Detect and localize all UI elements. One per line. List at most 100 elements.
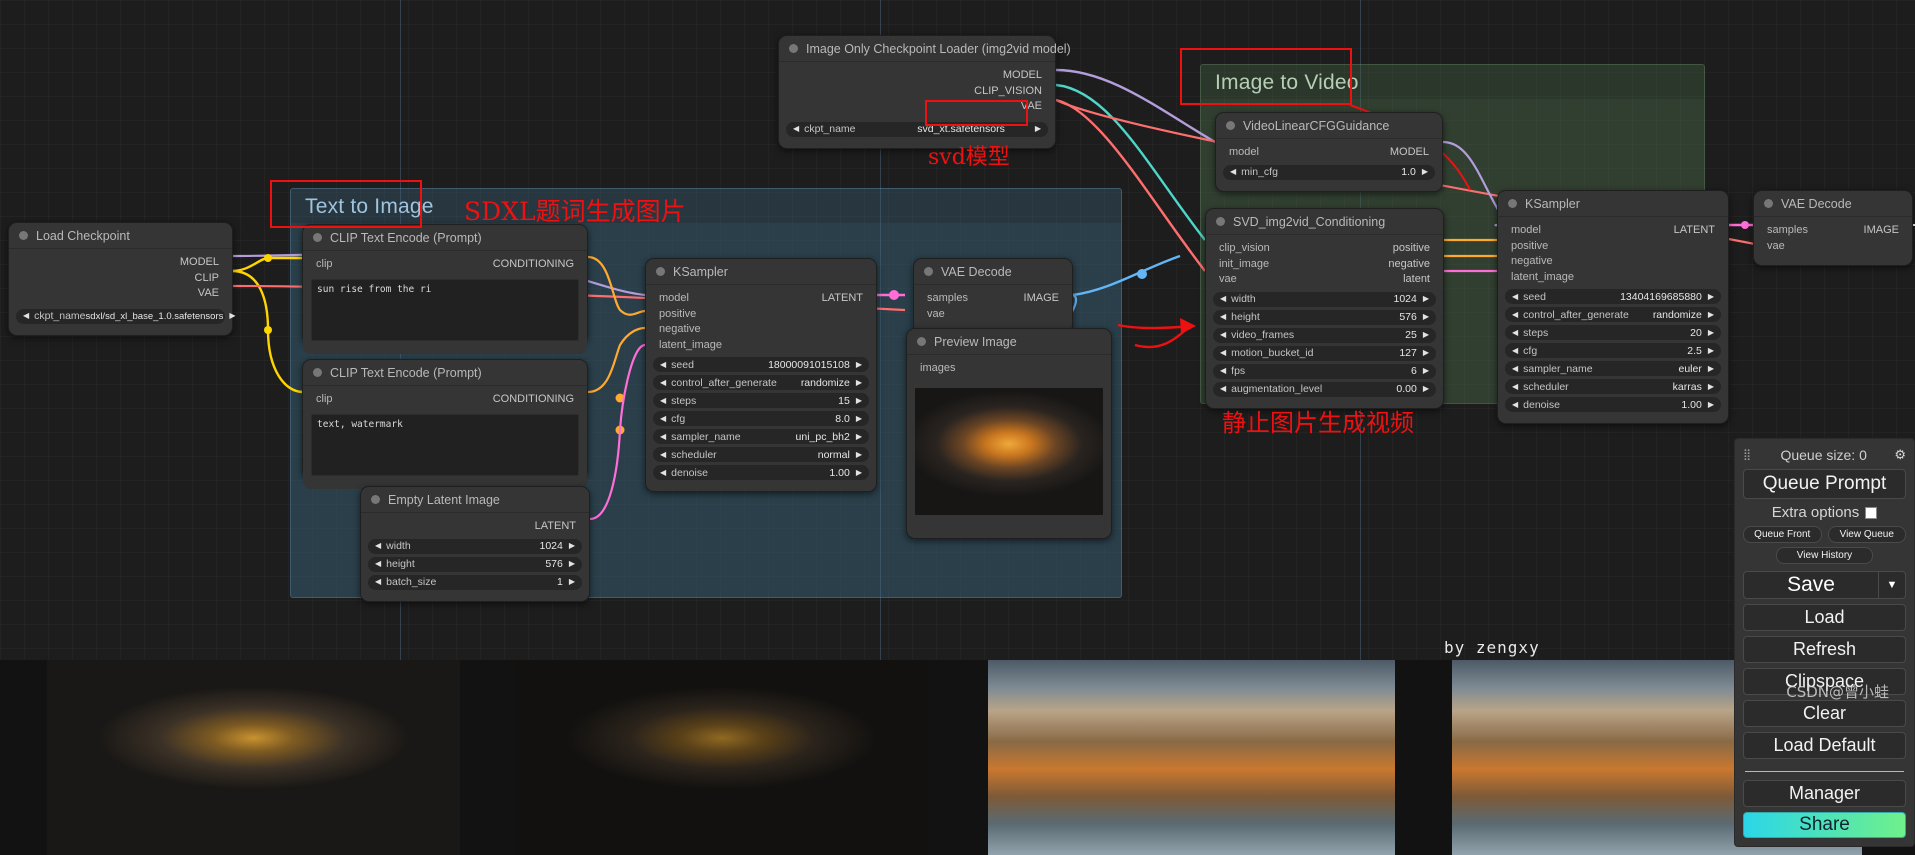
collapse-dot-icon[interactable] [917,337,926,346]
chevron-left-icon[interactable]: ◀ [1512,310,1518,319]
chevron-right-icon[interactable]: ▶ [1423,295,1429,303]
chevron-right-icon[interactable]: ▶ [1422,168,1428,176]
clear-button[interactable]: Clear [1743,700,1906,727]
chevron-left-icon[interactable]: ◀ [1220,367,1226,375]
widget-width[interactable]: ◀ width 1024 ▶ [1213,291,1436,307]
widget-batch-size[interactable]: ◀ batch_size 1 ▶ [368,574,582,590]
node-clip-text-encode-negative[interactable]: CLIP Text Encode (Prompt) clip CONDITION… [302,359,588,489]
output-port-latent[interactable]: LATENT [822,292,863,304]
node-empty-latent-image[interactable]: Empty Latent Image LATENT ◀ width 1024 ▶… [360,486,590,602]
chevron-left-icon[interactable]: ◀ [1220,385,1226,393]
drag-handle-icon[interactable]: ⣿ [1743,449,1753,460]
chevron-right-icon[interactable]: ▶ [856,450,862,459]
node-svd-img2vid-conditioning[interactable]: SVD_img2vid_Conditioning clip_vision pos… [1205,208,1444,409]
chevron-right-icon[interactable]: ▶ [856,414,862,423]
chevron-right-icon[interactable]: ▶ [1423,367,1429,375]
collapse-dot-icon[interactable] [1226,121,1235,130]
chevron-left-icon[interactable]: ◀ [375,578,381,586]
output-port-clip-vision[interactable]: CLIP_VISION [974,85,1042,97]
node-load-checkpoint[interactable]: Load Checkpoint MODEL CLIP VAE ◀ ckpt_na… [8,222,236,336]
widget-steps[interactable]: ◀ steps 15 ▶ [653,393,869,408]
filmstrip-frame-3[interactable] [988,660,1395,855]
widget-sampler-name[interactable]: ◀ sampler_name uni_pc_bh2 ▶ [653,429,869,444]
chevron-right-icon[interactable]: ▶ [1423,331,1429,339]
input-port-latent-image[interactable]: latent_image [1511,271,1574,283]
preview-image-thumbnail[interactable] [915,387,1103,515]
manager-button[interactable]: Manager [1743,780,1906,807]
collapse-dot-icon[interactable] [656,267,665,276]
node-header[interactable]: VAE Decode [1754,191,1912,217]
input-port-clip[interactable]: clip [316,393,333,405]
workflow-canvas[interactable]: Text to Image Image to Video Load Checkp… [0,0,1915,660]
widget-steps[interactable]: ◀ steps 20 ▶ [1505,325,1721,340]
chevron-left-icon[interactable]: ◀ [1512,346,1518,355]
output-port-model[interactable]: MODEL [1390,146,1429,158]
output-port-clip[interactable]: CLIP [195,272,219,284]
node-header[interactable]: Image Only Checkpoint Loader (img2vid mo… [779,36,1071,62]
chevron-right-icon[interactable]: ▶ [1035,125,1041,133]
node-video-linear-cfg-guidance[interactable]: VideoLinearCFGGuidance model MODEL ◀ min… [1215,112,1443,192]
chevron-right-icon[interactable]: ▶ [569,542,575,550]
widget-cfg[interactable]: ◀ cfg 8.0 ▶ [653,411,869,426]
chevron-right-icon[interactable]: ▶ [856,432,862,441]
input-port-images[interactable]: images [920,362,955,374]
node-header[interactable]: VideoLinearCFGGuidance [1216,113,1442,139]
node-header[interactable]: KSampler [646,259,876,285]
chevron-left-icon[interactable]: ◀ [660,378,666,387]
node-clip-text-encode-positive[interactable]: CLIP Text Encode (Prompt) clip CONDITION… [302,224,588,354]
widget-denoise[interactable]: ◀ denoise 1.00 ▶ [1505,397,1721,412]
widget-cfg[interactable]: ◀ cfg 2.5 ▶ [1505,343,1721,358]
chevron-left-icon[interactable]: ◀ [375,560,381,568]
widget-seed[interactable]: ◀ seed 18000091015108 ▶ [653,357,869,372]
output-port-conditioning[interactable]: CONDITIONING [493,258,574,270]
input-port-samples[interactable]: samples [927,292,968,304]
node-ksampler-2[interactable]: KSampler model LATENT positive negative … [1497,190,1729,424]
widget-denoise[interactable]: ◀ denoise 1.00 ▶ [653,465,869,480]
node-header[interactable]: Load Checkpoint [9,223,232,249]
node-ksampler-1[interactable]: KSampler model LATENT positive negative … [645,258,877,492]
node-header[interactable]: CLIP Text Encode (Prompt) [303,360,587,386]
widget-width[interactable]: ◀ width 1024 ▶ [368,538,582,554]
chevron-left-icon[interactable]: ◀ [1220,331,1226,339]
input-port-samples[interactable]: samples [1767,224,1808,236]
input-port-positive[interactable]: positive [1511,240,1548,252]
chevron-left-icon[interactable]: ◀ [660,432,666,441]
widget-scheduler[interactable]: ◀ scheduler normal ▶ [653,447,869,462]
collapse-dot-icon[interactable] [1216,217,1225,226]
output-port-negative[interactable]: negative [1388,258,1430,270]
input-port-clip-vision[interactable]: clip_vision [1219,242,1270,254]
input-port-model[interactable]: model [659,292,689,304]
chevron-left-icon[interactable]: ◀ [1512,292,1518,301]
chevron-left-icon[interactable]: ◀ [1220,295,1226,303]
collapse-dot-icon[interactable] [789,44,798,53]
widget-augmentation-level[interactable]: ◀ augmentation_level 0.00 ▶ [1213,381,1436,397]
chevron-left-icon[interactable]: ◀ [660,414,666,423]
queue-prompt-button[interactable]: Queue Prompt [1743,469,1906,499]
chevron-right-icon[interactable]: ▶ [856,468,862,477]
node-preview-image[interactable]: Preview Image images [906,328,1112,539]
chevron-left-icon[interactable]: ◀ [793,125,799,133]
filmstrip-frame-1[interactable] [47,660,460,855]
widget-height[interactable]: ◀ height 576 ▶ [368,556,582,572]
collapse-dot-icon[interactable] [313,368,322,377]
extra-options-checkbox[interactable] [1865,506,1878,519]
chevron-left-icon[interactable]: ◀ [1220,349,1226,357]
collapse-dot-icon[interactable] [19,231,28,240]
widget-sampler-name[interactable]: ◀ sampler_name euler ▶ [1505,361,1721,376]
chevron-left-icon[interactable]: ◀ [660,468,666,477]
output-port-vae[interactable]: VAE [198,287,219,299]
node-header[interactable]: Empty Latent Image [361,487,589,513]
widget-fps[interactable]: ◀ fps 6 ▶ [1213,363,1436,379]
widget-control-after-generate[interactable]: ◀ control_after_generate randomize ▶ [1505,307,1721,322]
output-port-vae[interactable]: VAE [1021,100,1042,112]
save-button-group[interactable]: Save ▼ [1743,571,1906,599]
chevron-right-icon[interactable]: ▶ [1423,313,1429,321]
load-default-button[interactable]: Load Default [1743,732,1906,759]
chevron-left-icon[interactable]: ◀ [1512,364,1518,373]
chevron-right-icon[interactable]: ▶ [856,396,862,405]
collapse-dot-icon[interactable] [313,233,322,242]
output-port-latent[interactable]: LATENT [1674,224,1715,236]
chevron-left-icon[interactable]: ◀ [660,396,666,405]
output-port-model[interactable]: MODEL [1003,69,1042,81]
chevron-left-icon[interactable]: ◀ [1220,313,1226,321]
